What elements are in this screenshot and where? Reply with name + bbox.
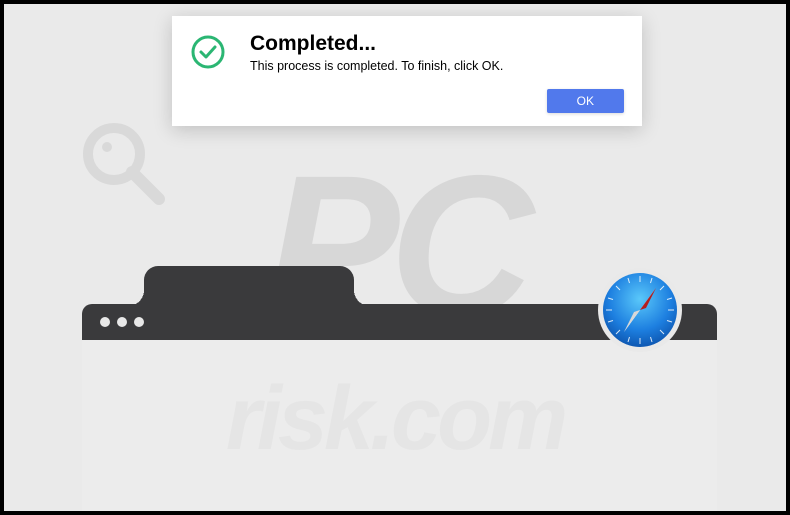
minimize-window-button[interactable] — [117, 317, 127, 327]
safari-icon — [596, 266, 684, 354]
browser-content-area — [82, 340, 717, 511]
dialog-message: This process is completed. To finish, cl… — [250, 59, 624, 73]
checkmark-circle-icon — [190, 34, 230, 110]
magnifier-watermark-icon — [74, 114, 174, 219]
completion-dialog: Completed... This process is completed. … — [172, 16, 642, 126]
close-window-button[interactable] — [100, 317, 110, 327]
browser-tab[interactable] — [144, 266, 354, 306]
ok-button[interactable]: OK — [547, 89, 624, 113]
dialog-title: Completed... — [250, 32, 624, 56]
maximize-window-button[interactable] — [134, 317, 144, 327]
